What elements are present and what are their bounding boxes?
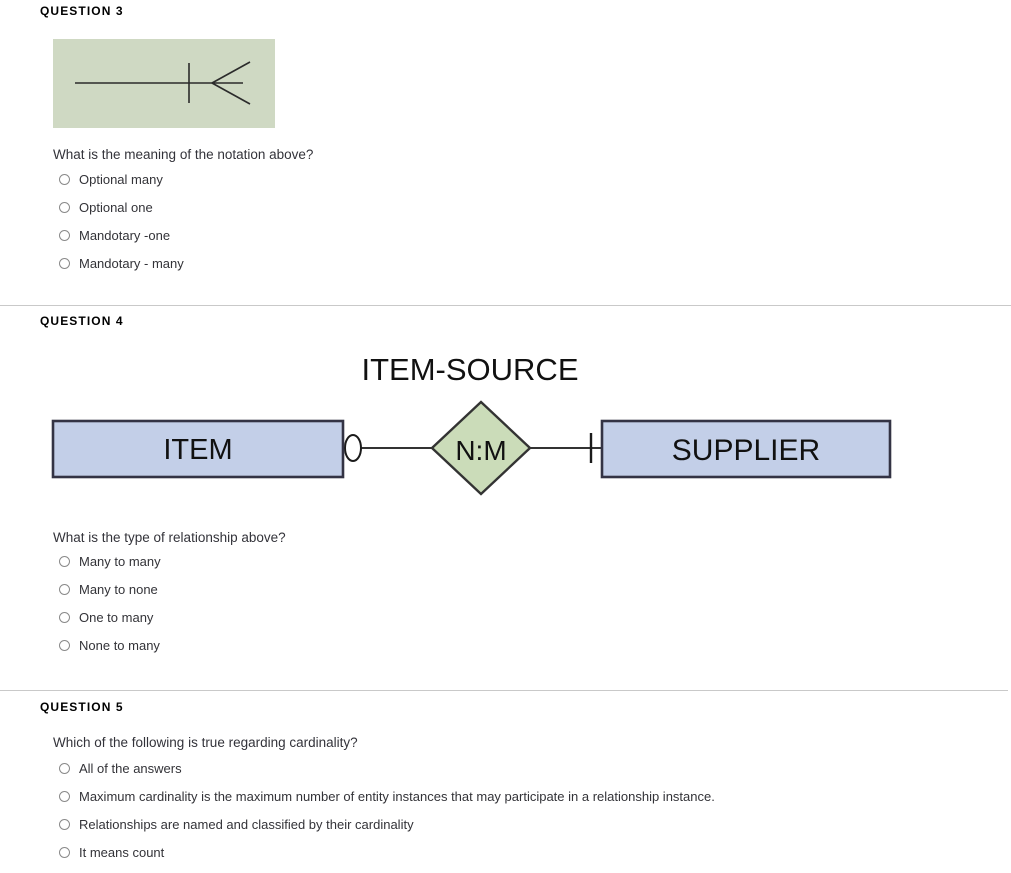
section-divider (0, 690, 1008, 691)
radio-button[interactable] (59, 202, 70, 213)
radio-button[interactable] (59, 847, 70, 858)
option-label: Many to none (79, 582, 158, 597)
question-4-heading: QUESTION 4 (40, 314, 124, 328)
radio-button[interactable] (59, 556, 70, 567)
option-row[interactable]: Optional many (59, 172, 184, 187)
option-label: Maximum cardinality is the maximum numbe… (79, 789, 715, 804)
section-divider (0, 305, 1011, 306)
entity-label-item: ITEM (163, 434, 232, 466)
question-4-options: Many to many Many to none One to many No… (59, 554, 161, 666)
question-5-options: All of the answers Maximum cardinality i… (59, 761, 715, 873)
question-3-prompt: What is the meaning of the notation abov… (53, 147, 314, 162)
radio-button[interactable] (59, 584, 70, 595)
er-diagram-figure: ITEM-SOURCE ITEM SUPPLIER N:M (40, 340, 920, 505)
question-5-heading: QUESTION 5 (40, 700, 124, 714)
option-label: Mandotary -one (79, 228, 171, 243)
question-4-prompt: What is the type of relationship above? (53, 530, 286, 545)
radio-button[interactable] (59, 230, 70, 241)
radio-button[interactable] (59, 612, 70, 623)
question-5-prompt: Which of the following is true regarding… (53, 735, 358, 750)
option-label: Optional one (79, 200, 153, 215)
option-row[interactable]: All of the answers (59, 761, 715, 776)
option-label: Many to many (79, 554, 161, 569)
crows-foot-notation-svg (53, 39, 275, 128)
relationship-cardinality-label: N:M (455, 435, 506, 466)
option-row[interactable]: Many to many (59, 554, 161, 569)
option-row[interactable]: Mandotary -one (59, 228, 184, 243)
question-3-options: Optional many Optional one Mandotary -on… (59, 172, 184, 284)
crows-foot-notation-figure (53, 39, 275, 128)
radio-button[interactable] (59, 258, 70, 269)
radio-button[interactable] (59, 174, 70, 185)
option-label: All of the answers (79, 761, 182, 776)
option-row[interactable]: Mandotary - many (59, 256, 184, 271)
option-label: Optional many (79, 172, 163, 187)
radio-button[interactable] (59, 791, 70, 802)
entity-label-supplier: SUPPLIER (672, 434, 820, 467)
radio-button[interactable] (59, 819, 70, 830)
option-row[interactable]: Optional one (59, 200, 184, 215)
question-3-heading: QUESTION 3 (40, 4, 124, 18)
option-row[interactable]: Maximum cardinality is the maximum numbe… (59, 789, 715, 804)
option-row[interactable]: Many to none (59, 582, 161, 597)
option-label: None to many (79, 638, 160, 653)
option-row[interactable]: One to many (59, 610, 161, 625)
option-label: One to many (79, 610, 154, 625)
option-row[interactable]: It means count (59, 845, 715, 860)
radio-button[interactable] (59, 763, 70, 774)
optional-zero-symbol (344, 434, 362, 462)
option-row[interactable]: None to many (59, 638, 161, 653)
er-diagram-svg: ITEM-SOURCE ITEM SUPPLIER N:M (51, 352, 892, 496)
option-row[interactable]: Relationships are named and classified b… (59, 817, 715, 832)
option-label: It means count (79, 845, 165, 860)
option-label: Relationships are named and classified b… (79, 817, 414, 832)
radio-button[interactable] (59, 640, 70, 651)
relationship-title: ITEM-SOURCE (362, 352, 579, 387)
option-label: Mandotary - many (79, 256, 184, 271)
